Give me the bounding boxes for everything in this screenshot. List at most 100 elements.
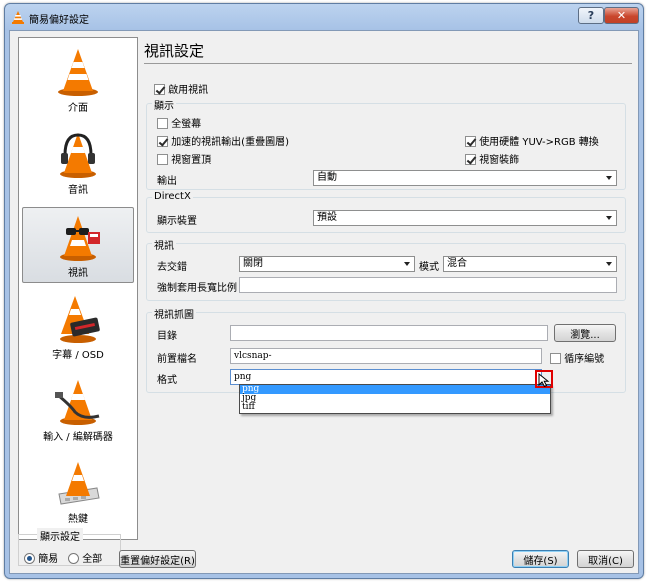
cone-icon [58,49,98,96]
display-device-value: 預設 [317,212,337,223]
close-button[interactable]: ✕ [604,7,639,24]
accelerated-output-checkbox[interactable]: 加速的視訊輸出(重疊圖層) [157,133,289,148]
format-label: 格式 [157,375,177,386]
all-label: 全部 [82,554,103,565]
accelerated-output-label: 加速的視訊輸出(重疊圖層) [171,137,289,148]
mode-value: 混合 [447,258,467,269]
video-group: 視訊 去交錯 關閉 模式 混合 強制套用長寬比例 [146,237,626,301]
fullscreen-label: 全螢幕 [171,119,202,130]
enable-video-label: 啟用視訊 [168,85,209,96]
format-dropdown-list: png jpg tiff [239,384,551,414]
checkbox-indicator[interactable] [157,154,168,165]
window-decorations-checkbox[interactable]: 視窗裝飾 [465,151,519,166]
sidebar-item-label: 輸入 / 編解碼器 [43,432,113,443]
display-settings-group: 顯示設定 簡易 全部 [18,528,121,566]
window-title: 簡易偏好設定 [29,15,89,26]
settings-panel: 視訊設定 啟用視訊 顯示 全螢幕 加速的視訊輸出(重疊圖層) 視窗置頂 使用硬體… [138,37,634,537]
title-bar[interactable]: 簡易偏好設定 ? ✕ [5,4,643,30]
deinterlace-mode-select[interactable]: 混合 [443,256,617,272]
cone-cable-icon [55,380,100,425]
checkbox-indicator[interactable] [154,84,165,95]
cone-glasses-icon [60,216,100,261]
vlc-cone-icon [12,11,24,24]
hw-yuv-checkbox[interactable]: 使用硬體 YUV->RGB 轉換 [465,133,599,148]
cancel-button[interactable]: 取消(C) [577,550,634,568]
prefix-label: 前置檔名 [157,354,197,365]
format-option-png[interactable]: png [240,385,550,394]
prefix-input[interactable]: vlcsnap- [230,348,542,364]
snapshot-group-caption: 視訊抓圖 [152,306,196,321]
dropdown-arrow-highlight[interactable] [535,370,553,388]
checkbox-indicator[interactable] [550,353,561,364]
chevron-down-icon [606,216,612,220]
display-device-select[interactable]: 預設 [313,210,617,226]
display-group-caption: 顯示 [152,97,176,112]
directx-group: DirectX 顯示裝置 預設 [146,191,626,233]
mode-label: 模式 [419,262,439,273]
dialog-body: 介面 音訊 視訊 字幕 / OSD 輸入 / 編解碼器 熱鍵 顯示設定 簡易 全… [9,30,639,574]
radio-indicator[interactable] [24,553,35,564]
radio-indicator[interactable] [68,553,79,564]
directx-group-caption: DirectX [152,191,193,202]
page-title: 視訊設定 [144,42,205,60]
sidebar-item-label: 視訊 [68,268,88,279]
mouse-cursor-icon [538,373,550,387]
directory-label: 目錄 [157,331,177,342]
checkbox-indicator[interactable] [157,118,168,129]
title-divider [144,63,632,64]
sidebar-item-hotkeys[interactable]: 熱鍵 [22,453,134,529]
browse-button[interactable]: 瀏覽... [554,324,616,342]
enable-video-checkbox[interactable]: 啟用視訊 [154,81,208,96]
save-button[interactable]: 儲存(S) [512,550,569,568]
fullscreen-checkbox[interactable]: 全螢幕 [157,115,201,130]
sidebar-item-label: 音訊 [68,185,88,196]
cone-keyboard-icon [58,462,100,505]
sidebar-item-label: 介面 [68,103,88,114]
output-select[interactable]: 自動 [313,170,617,186]
chevron-down-icon [606,176,612,180]
deinterlace-value: 關閉 [243,258,263,269]
window-decorations-label: 視窗裝飾 [479,155,520,166]
display-settings-caption: 顯示設定 [37,528,83,543]
simple-radio[interactable]: 簡易 [24,550,58,565]
video-group-caption: 視訊 [152,237,176,252]
category-sidebar: 介面 音訊 視訊 字幕 / OSD 輸入 / 編解碼器 熱鍵 [18,37,138,540]
cone-headphones-icon [60,133,96,178]
chevron-down-icon [404,262,410,266]
sidebar-item-label: 熱鍵 [68,514,88,525]
deinterlace-select[interactable]: 關閉 [239,256,415,272]
sidebar-item-input-codecs[interactable]: 輸入 / 編解碼器 [22,371,134,447]
reset-preferences-button[interactable]: 重置偏好設定(R) [119,550,196,568]
sidebar-item-label: 字幕 / OSD [52,350,104,361]
sidebar-item-interface[interactable]: 介面 [22,42,134,118]
format-option-tiff[interactable]: tiff [240,403,550,412]
sequential-numbering-label: 循序編號 [564,354,605,365]
checkbox-indicator[interactable] [465,154,476,165]
deinterlace-label: 去交錯 [157,262,187,273]
help-button[interactable]: ? [578,7,604,24]
sidebar-item-audio[interactable]: 音訊 [22,124,134,200]
display-device-label: 顯示裝置 [157,216,197,227]
checkbox-indicator[interactable] [157,136,168,147]
simple-label: 簡易 [38,554,59,565]
aspect-ratio-input[interactable] [239,277,617,293]
display-group: 顯示 全螢幕 加速的視訊輸出(重疊圖層) 視窗置頂 使用硬體 YUV->RGB … [146,97,626,190]
aspect-ratio-label: 強制套用長寬比例 [157,283,237,294]
preferences-window: 簡易偏好設定 ? ✕ 介面 音訊 視訊 字幕 / OSD 輸入 / 編解碼器 熱… [4,3,644,579]
sidebar-item-video[interactable]: 視訊 [22,207,134,283]
always-on-top-checkbox[interactable]: 視窗置頂 [157,151,211,166]
all-radio[interactable]: 全部 [68,550,102,565]
output-value: 自動 [317,172,337,183]
output-label: 輸出 [157,176,177,187]
directory-input[interactable] [230,325,548,341]
format-value: png [234,372,252,382]
checkbox-indicator[interactable] [465,136,476,147]
format-option-jpg[interactable]: jpg [240,394,550,403]
snapshot-group: 視訊抓圖 目錄 瀏覽... 前置檔名 vlcsnap- 循序編號 格式 png [146,306,626,393]
sidebar-item-subtitles[interactable]: 字幕 / OSD [22,289,134,365]
hw-yuv-label: 使用硬體 YUV->RGB 轉換 [479,137,599,148]
cone-subtitle-icon [60,296,100,343]
chevron-down-icon [606,262,612,266]
format-select[interactable]: png [230,369,542,385]
sequential-numbering-checkbox[interactable]: 循序編號 [550,350,604,365]
